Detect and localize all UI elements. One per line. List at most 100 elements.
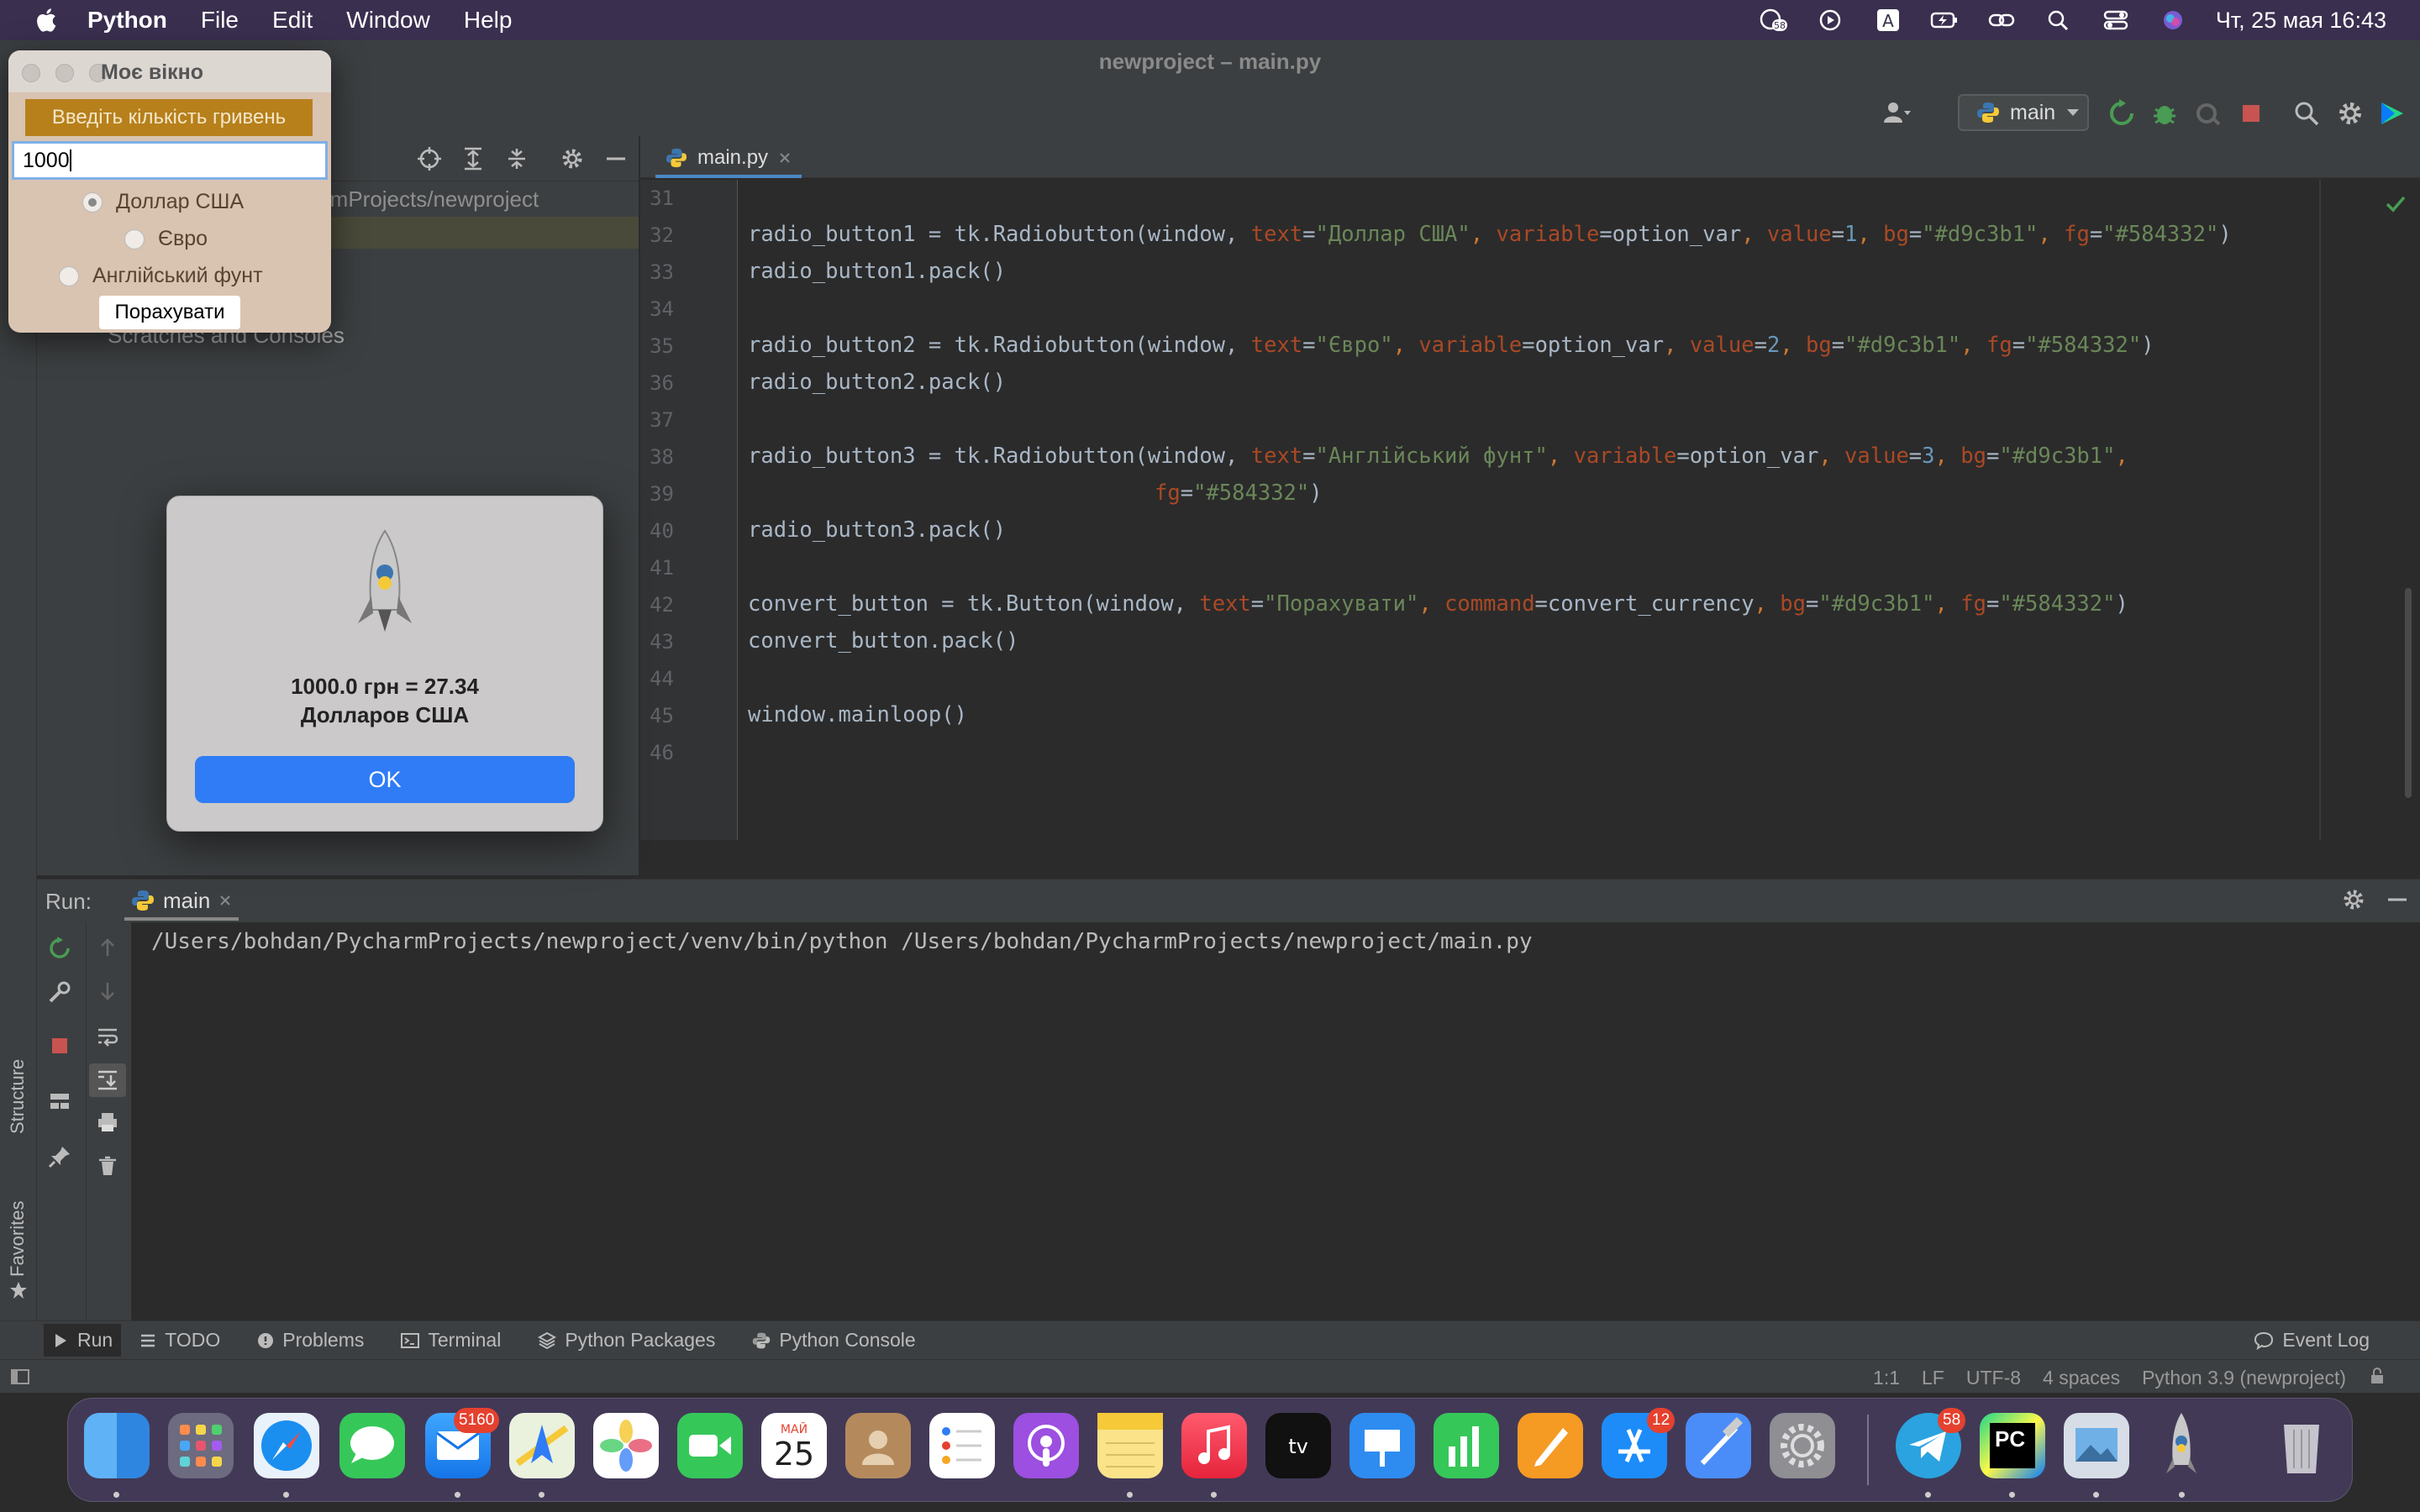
- siri-icon[interactable]: [2159, 8, 2187, 33]
- menu-edit[interactable]: Edit: [272, 7, 313, 34]
- scroll-down-icon[interactable]: [96, 979, 119, 1003]
- tool-window-run[interactable]: Run: [44, 1324, 122, 1357]
- run-tab-main[interactable]: main: [124, 884, 239, 921]
- structure-side-tab[interactable]: Structure: [7, 1059, 29, 1134]
- project-selected-row[interactable]: [323, 217, 639, 249]
- play-circle-icon[interactable]: [1816, 8, 1844, 33]
- finder-icon[interactable]: [84, 1413, 150, 1478]
- input-source-icon[interactable]: A: [1873, 8, 1902, 33]
- tool-window-python-packages[interactable]: Python Packages: [538, 1329, 715, 1352]
- photos-icon[interactable]: [593, 1413, 659, 1478]
- window-close-button[interactable]: [22, 64, 40, 82]
- amount-input[interactable]: 1000: [12, 141, 328, 180]
- clock[interactable]: Чт, 25 мая 16:43: [2216, 8, 2386, 34]
- editor-tab-main-py[interactable]: main.py: [655, 141, 802, 178]
- contacts-icon[interactable]: [845, 1413, 911, 1478]
- calculate-button[interactable]: Порахувати: [99, 296, 240, 329]
- window-minimize-button[interactable]: [55, 64, 74, 82]
- code-line-36: radio_button2.pack(): [748, 370, 1007, 395]
- trash-bin-icon[interactable]: [2269, 1413, 2334, 1478]
- pycharm-icon[interactable]: PC: [1980, 1413, 2045, 1478]
- link-icon[interactable]: [1987, 8, 2016, 33]
- text-cursor: [69, 150, 71, 171]
- run-minimize-icon[interactable]: [2385, 887, 2410, 912]
- tool-window-problems[interactable]: Problems: [257, 1329, 364, 1352]
- wrench-icon[interactable]: [47, 979, 72, 1005]
- editor-scrollbar[interactable]: [2405, 588, 2412, 798]
- stop-icon[interactable]: [2237, 99, 2265, 128]
- panel-gear-icon[interactable]: [560, 146, 585, 171]
- alert-ok-button[interactable]: OK: [195, 756, 575, 803]
- trash-icon[interactable]: [96, 1154, 119, 1178]
- project-path[interactable]: rmProjects/newproject: [323, 186, 539, 213]
- expand-all-icon[interactable]: [460, 146, 486, 171]
- running-indicator: [1127, 1492, 1133, 1498]
- minimize-panel-icon[interactable]: [603, 146, 629, 171]
- run-console[interactable]: [131, 922, 2420, 1320]
- tool-window-python-console[interactable]: Python Console: [752, 1329, 916, 1352]
- tool-window-terminal[interactable]: Terminal: [401, 1329, 501, 1352]
- status-encoding[interactable]: UTF-8: [1966, 1367, 2021, 1389]
- status-interpreter[interactable]: Python 3.9 (newproject): [2142, 1367, 2346, 1389]
- messages-icon[interactable]: [339, 1413, 405, 1478]
- battery-charging-icon[interactable]: [1930, 8, 1959, 33]
- lock-icon[interactable]: [2368, 1367, 2386, 1385]
- tool-window-todo[interactable]: TODO: [139, 1329, 220, 1352]
- run-settings-gear-icon[interactable]: [2341, 887, 2366, 912]
- run-config-selector[interactable]: main: [1958, 94, 2089, 131]
- calendar-icon[interactable]: МАЙ 25: [761, 1413, 827, 1478]
- preview-icon[interactable]: [2064, 1413, 2129, 1478]
- launchpad-icon[interactable]: [168, 1413, 234, 1478]
- pin-icon[interactable]: [47, 1144, 72, 1169]
- collapse-all-icon[interactable]: [504, 146, 529, 171]
- menu-file[interactable]: File: [201, 7, 239, 34]
- reminders-icon[interactable]: [929, 1413, 995, 1478]
- radio-eur[interactable]: Євро: [124, 227, 208, 251]
- print-icon[interactable]: [96, 1110, 119, 1134]
- status-caret-position[interactable]: 1:1: [1873, 1367, 1900, 1389]
- radio-gbp[interactable]: Англійський фунт: [59, 264, 263, 288]
- apple-tv-icon[interactable]: tv: [1265, 1413, 1331, 1478]
- rerun-icon[interactable]: [47, 936, 72, 961]
- debug-icon[interactable]: [2150, 99, 2179, 128]
- search-icon[interactable]: [2044, 8, 2073, 33]
- music-icon[interactable]: [1181, 1413, 1247, 1478]
- coverage-icon[interactable]: [2194, 99, 2223, 128]
- facetime-icon[interactable]: [677, 1413, 743, 1478]
- keynote-icon[interactable]: [1349, 1413, 1415, 1478]
- user-icon[interactable]: [1882, 99, 1911, 128]
- favorites-side-tab[interactable]: Favorites: [7, 1201, 29, 1277]
- pages-icon[interactable]: [1518, 1413, 1583, 1478]
- menu-app-python[interactable]: Python: [87, 7, 167, 34]
- layout-icon[interactable]: [47, 1089, 72, 1114]
- system-preferences-icon[interactable]: [1770, 1413, 1835, 1478]
- window-layout-icon[interactable]: [10, 1367, 30, 1387]
- control-center-icon[interactable]: [2102, 8, 2130, 33]
- menu-window[interactable]: Window: [346, 7, 430, 34]
- plugin-logo-icon[interactable]: [2378, 99, 2407, 128]
- safari-icon[interactable]: [254, 1413, 319, 1478]
- menu-help[interactable]: Help: [464, 7, 513, 34]
- soft-wrap-icon[interactable]: [96, 1025, 119, 1048]
- locate-icon[interactable]: [417, 146, 442, 171]
- maps-icon[interactable]: [509, 1413, 575, 1478]
- stop-icon[interactable]: [47, 1033, 72, 1058]
- scroll-up-icon[interactable]: [96, 936, 119, 959]
- settings-gear-icon[interactable]: [2336, 99, 2365, 128]
- close-tab-icon[interactable]: [778, 151, 792, 165]
- numbers-icon[interactable]: [1434, 1413, 1499, 1478]
- xcode-icon[interactable]: [1686, 1413, 1751, 1478]
- status-line-separator[interactable]: LF: [1922, 1367, 1944, 1389]
- apple-icon[interactable]: [32, 5, 62, 35]
- notification-count-icon[interactable]: 58: [1759, 8, 1787, 33]
- status-indent[interactable]: 4 spaces: [2043, 1367, 2120, 1389]
- rerun-icon[interactable]: [2107, 99, 2136, 128]
- event-log-button[interactable]: Event Log: [2254, 1329, 2370, 1352]
- podcasts-icon[interactable]: [1013, 1413, 1079, 1478]
- running-indicator: [2179, 1492, 2185, 1498]
- close-run-tab-icon[interactable]: [218, 894, 232, 907]
- radio-usd[interactable]: Доллар США: [82, 190, 244, 214]
- python-launcher-icon[interactable]: [2165, 1411, 2198, 1482]
- notes-icon[interactable]: [1097, 1413, 1163, 1478]
- search-everywhere-icon[interactable]: [2292, 99, 2321, 128]
